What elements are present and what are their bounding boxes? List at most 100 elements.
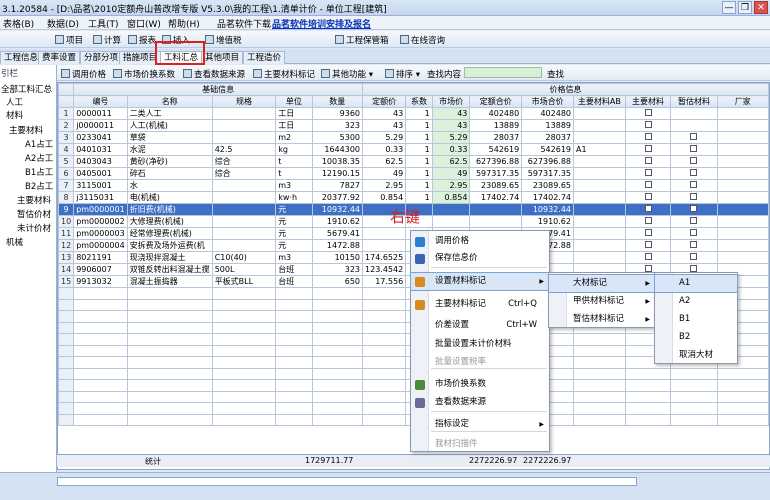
toolbar-project-button[interactable]: 项目 [55,34,83,46]
market-coef-button[interactable]: 市场价换系数 [113,68,175,80]
cell-quota-price[interactable]: 5.29 [362,131,407,144]
main-material-checkbox[interactable] [624,227,672,240]
cell-market-total[interactable]: 1910.62 [521,215,574,228]
cell-code[interactable]: 9913032 [73,275,128,288]
cell-market-price[interactable]: 0.854 [431,191,471,204]
menu-training-link[interactable]: 品茗软件培训安排及报名 [272,17,371,30]
tree-item-machinery[interactable]: 机械 [6,236,23,248]
horizontal-scrollbar[interactable] [57,477,637,486]
cell-name[interactable]: 混凝土振捣器 [126,275,213,288]
cell-quota-total[interactable]: 23089.65 [469,179,523,192]
main-material-checkbox[interactable] [624,131,672,144]
row-number[interactable]: 1 [58,107,75,120]
load-price-item[interactable]: 调用价格 [411,233,549,250]
tab-project-cost[interactable]: 工程造价 [243,51,286,64]
cell-name[interactable]: 水 [126,179,213,192]
row-number[interactable]: 9 [58,203,75,216]
row-number[interactable]: 10 [58,215,75,228]
main-material-checkbox[interactable] [624,167,672,180]
cell-qty[interactable]: 323 [311,263,364,276]
cell-spec[interactable]: 42.5 [211,143,277,156]
cell-unit[interactable]: 元 [275,227,313,240]
cell-unit[interactable]: 工日 [275,107,313,120]
cell-manufacturer[interactable] [716,179,769,192]
main-material-mark-button[interactable]: 主要材料标记 [253,68,315,80]
cell-manufacturer[interactable] [716,131,769,144]
maximize-button[interactable]: ❐ [738,1,752,14]
cell-qty[interactable]: 323 [311,119,364,132]
cell-qty[interactable]: 9360 [311,107,364,120]
row-number[interactable]: 12 [58,239,75,252]
table-row[interactable]: 8 j3115031 电(机械) kw·h 20377.92 0.854 1 0.854 174… [58,191,769,204]
cell-quota-price[interactable]: 43 [362,107,407,120]
estimated-material-checkbox[interactable] [670,227,718,240]
main-material-checkbox[interactable] [624,191,672,204]
cell-spec[interactable] [211,107,277,120]
cell-manufacturer[interactable] [716,143,769,156]
sort-button[interactable]: 排序 ▾ [385,68,420,80]
estimated-material-mark-item[interactable]: 暂估材料标记 ▶ [549,311,655,328]
market-coef-item[interactable]: 市场价换系数 [411,376,549,393]
cell-main-material-ab[interactable] [573,179,626,192]
tree-item-a1[interactable]: A1占工 [25,138,53,150]
cell-quota-total[interactable]: 597317.35 [469,167,523,180]
tree-item-main-material[interactable]: 主要材料 [9,124,43,136]
cell-spec[interactable] [211,239,277,252]
cell-code[interactable]: pm0000002 [73,215,128,228]
cell-market-total[interactable]: 10932.44 [521,203,574,216]
cell-coef[interactable]: 1 [405,119,433,132]
row-number[interactable]: 14 [58,263,75,276]
cell-coef[interactable]: 1 [405,131,433,144]
cell-qty[interactable]: 1910.62 [311,215,364,228]
mark-b1-item[interactable]: B1 [655,311,737,328]
main-material-mark-item[interactable]: 主要材料标记 Ctrl+Q [411,296,549,313]
cell-market-total[interactable]: 28037 [521,131,574,144]
cell-qty[interactable]: 20377.92 [311,191,364,204]
main-material-checkbox[interactable] [624,203,672,216]
cell-market-price[interactable]: 43 [431,119,471,132]
cell-name[interactable]: 水泥 [126,143,213,156]
set-material-mark-item[interactable]: 设置材料标记 ▶ [410,272,550,291]
cell-name[interactable]: 二类人工 [126,107,213,120]
cell-code[interactable]: j3115031 [73,191,128,204]
tree-item-all[interactable]: 全部工料汇总 [1,83,52,95]
cell-market-price[interactable] [431,215,471,228]
cell-code[interactable]: 0401031 [73,143,128,156]
cell-spec[interactable] [211,131,277,144]
cell-main-material-ab[interactable] [573,215,626,228]
search-button[interactable]: 查找 [547,68,564,80]
cell-name[interactable]: 黄砂(净砂) [126,155,213,168]
major-material-mark-item[interactable]: 大材标记 ▶ [548,274,656,293]
cell-qty[interactable]: 12190.15 [311,167,364,180]
tree-item-b2[interactable]: B2占工 [25,180,53,192]
row-number[interactable]: 4 [58,143,75,156]
cell-main-material-ab[interactable] [573,155,626,168]
menu-window[interactable]: 窗口(W) [127,17,161,30]
cell-code[interactable]: pm0000001 [73,203,128,216]
toolbar-report-button[interactable]: 报表 [128,34,156,46]
main-material-checkbox[interactable] [624,179,672,192]
owner-supplied-mark-item[interactable]: 甲供材料标记 ▶ [549,293,655,310]
cell-unit[interactable]: m3 [275,179,313,192]
cell-quota-price[interactable]: 49 [362,167,407,180]
cell-qty[interactable]: 5300 [311,131,364,144]
estimated-material-checkbox[interactable] [670,155,718,168]
cell-qty[interactable]: 1644300 [311,143,364,156]
col-quota-total[interactable]: 定额合价 [469,95,523,108]
col-manufacturer[interactable]: 厂家 [716,95,769,108]
col-quota-price[interactable]: 定额价 [362,95,407,108]
price-diff-item[interactable]: 价差设置 Ctrl+W [411,317,549,334]
cell-manufacturer[interactable] [716,215,769,228]
tab-project-info[interactable]: 工程信息 [0,51,43,64]
cell-quota-total[interactable]: 627396.88 [469,155,523,168]
cell-quota-total[interactable]: 17402.74 [469,191,523,204]
tree-item-estimated[interactable]: 暂估价材 [17,208,51,220]
cell-quota-price[interactable]: 123.4542 [362,263,407,276]
cell-unit[interactable]: 台班 [275,263,313,276]
row-number[interactable]: 3 [58,131,75,144]
cell-manufacturer[interactable] [716,227,769,240]
cell-qty[interactable]: 5679.41 [311,227,364,240]
cell-market-price[interactable]: 49 [431,167,471,180]
row-number[interactable]: 13 [58,251,75,264]
cell-spec[interactable] [211,119,277,132]
